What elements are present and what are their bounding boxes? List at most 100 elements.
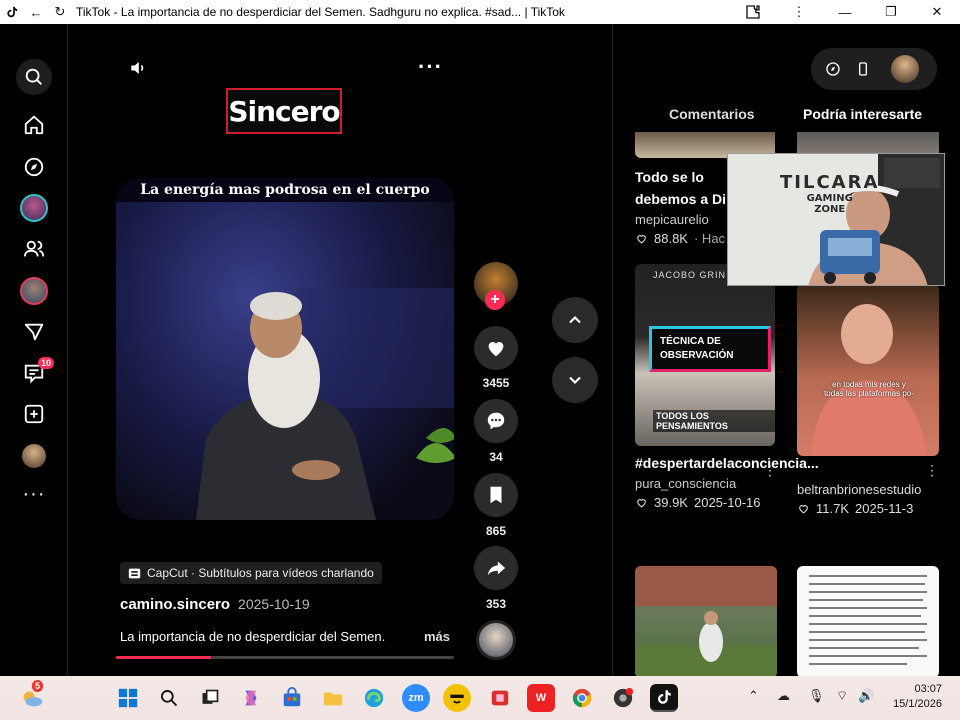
nav-more[interactable]: ··· — [16, 476, 52, 512]
video-player[interactable]: La energía mas podrosa en el cuerpo — [116, 178, 454, 520]
bookmark-icon — [490, 486, 502, 504]
chrome-icon — [572, 688, 592, 708]
back-arrow-icon[interactable]: ← — [24, 0, 48, 24]
player-top-controls: ··· — [128, 54, 444, 83]
card-likes: 39.9K — [654, 495, 688, 510]
chevron-up-icon — [569, 316, 581, 324]
more-options-icon[interactable]: ··· — [418, 54, 443, 80]
start-button[interactable] — [114, 684, 142, 712]
onedrive-icon[interactable]: ☁ — [777, 688, 790, 704]
copilot-icon — [245, 690, 257, 706]
wps-button[interactable]: W — [527, 684, 555, 712]
video-caption: La energía mas podrosa en el cuerpo — [116, 178, 454, 202]
like-button[interactable] — [474, 326, 518, 370]
chrome-button[interactable] — [568, 684, 596, 712]
chevron-up-icon[interactable]: ⌃ — [748, 688, 759, 704]
edge-button[interactable] — [360, 684, 388, 712]
comment-button[interactable] — [474, 399, 518, 443]
search-taskbar-button[interactable] — [155, 684, 183, 712]
nav-home[interactable] — [16, 107, 52, 143]
close-button[interactable]: ✕ — [914, 0, 960, 24]
card-more-icon[interactable]: ⋮ — [763, 462, 777, 479]
recommended-card[interactable] — [797, 566, 939, 676]
capcut-link[interactable]: CapCut · Subtítulos para vídeos charland… — [120, 562, 382, 584]
description-row: La importancia de no desperdiciar del Se… — [120, 629, 450, 644]
search-button[interactable] — [16, 59, 52, 95]
search-icon — [161, 690, 178, 707]
like-count: 3455 — [482, 376, 510, 390]
nav-following[interactable] — [16, 231, 52, 267]
card-author: beltranbrionesestudio — [797, 482, 922, 497]
taskbar-app-avatar[interactable] — [443, 684, 471, 712]
system-clock[interactable]: 03:07 15/1/2026 — [893, 682, 942, 712]
chrome-dark-icon — [613, 687, 634, 708]
restore-button[interactable]: ❐ — [868, 0, 914, 24]
comment-count: 34 — [489, 450, 503, 464]
menu-dots-icon[interactable]: ⋮ — [776, 0, 822, 24]
store-button[interactable] — [278, 684, 306, 712]
recommended-card[interactable] — [635, 566, 777, 676]
video-progress-bar[interactable] — [116, 656, 454, 659]
zoom-button[interactable]: zm — [402, 684, 430, 712]
share-count: 353 — [485, 597, 507, 611]
volume-icon[interactable] — [128, 58, 148, 83]
send-icon — [24, 323, 44, 341]
volume-icon[interactable]: 🔊 — [858, 688, 874, 704]
tiktok-taskbar-button[interactable] — [650, 684, 678, 712]
more-link[interactable]: más — [424, 629, 450, 644]
file-explorer-button[interactable] — [319, 684, 347, 712]
nav-messages[interactable] — [16, 314, 52, 350]
compass-icon — [24, 157, 44, 177]
previous-video-button[interactable] — [552, 297, 598, 343]
nav-live-avatar[interactable] — [16, 190, 52, 226]
capcut-icon — [128, 568, 141, 578]
avatar — [20, 277, 48, 305]
inbox-badge: 10 — [37, 357, 54, 369]
task-view-icon — [202, 689, 219, 704]
search-icon — [25, 68, 42, 85]
zoom-icon: zm — [408, 692, 424, 704]
nav-profile[interactable] — [16, 438, 52, 474]
picture-in-picture-overlay[interactable]: TILCARA GAMING ZONE — [727, 153, 945, 286]
device-icon[interactable] — [851, 57, 875, 81]
share-icon — [487, 561, 506, 576]
task-view-button[interactable] — [196, 684, 224, 712]
wifi-icon[interactable]: ⌔ — [836, 688, 848, 704]
save-button[interactable] — [474, 473, 518, 517]
heart-outline-icon — [637, 235, 646, 244]
explore-compass-icon[interactable] — [821, 57, 845, 81]
reload-icon[interactable]: ↻ — [48, 0, 72, 24]
nav-live-avatar-2[interactable] — [16, 273, 52, 309]
card-more-icon[interactable]: ⋮ — [925, 462, 939, 479]
card-date: · Hac — [693, 231, 726, 246]
window-title: TikTok - La importancia de no desperdici… — [76, 5, 565, 19]
home-icon — [24, 115, 44, 135]
share-button[interactable] — [474, 546, 518, 590]
extensions-icon[interactable] — [730, 0, 776, 24]
author-name[interactable]: camino.sincero — [120, 596, 230, 613]
copilot-button[interactable] — [237, 684, 265, 712]
next-video-button[interactable] — [552, 357, 598, 403]
microphone-icon[interactable]: 🎙 — [808, 688, 825, 704]
nav-explore[interactable] — [16, 149, 52, 185]
video-progress-fill — [116, 656, 211, 659]
card-thumbnail: en todas mis redes y todas las plataform… — [797, 284, 939, 456]
weather-widget[interactable]: 5 — [18, 680, 46, 712]
nav-inbox[interactable]: 10 — [16, 355, 54, 391]
weather-badge: 5 — [32, 680, 44, 692]
tab-comentarios[interactable]: Comentarios — [669, 106, 755, 122]
nav-upload[interactable] — [16, 396, 52, 432]
tab-podria-interesarte[interactable]: Podría interesarte — [803, 106, 922, 122]
save-count: 865 — [485, 524, 507, 538]
recommended-card[interactable]: JACOBO GRIN TÉCNICA DE OBSERVACIÓN TODOS… — [635, 264, 819, 510]
taskbar-app-red[interactable] — [486, 684, 514, 712]
recommended-card[interactable]: en todas mis redes y todas las plataform… — [797, 284, 947, 516]
music-disc[interactable] — [476, 620, 516, 660]
cool-face-icon — [450, 694, 464, 704]
chrome-profile-button[interactable] — [609, 684, 637, 712]
follow-plus-icon[interactable]: + — [485, 290, 505, 310]
store-icon — [283, 687, 301, 707]
minimize-button[interactable]: — — [822, 0, 868, 24]
user-avatar[interactable] — [891, 55, 919, 83]
post-date: 2025-10-19 — [238, 596, 310, 612]
